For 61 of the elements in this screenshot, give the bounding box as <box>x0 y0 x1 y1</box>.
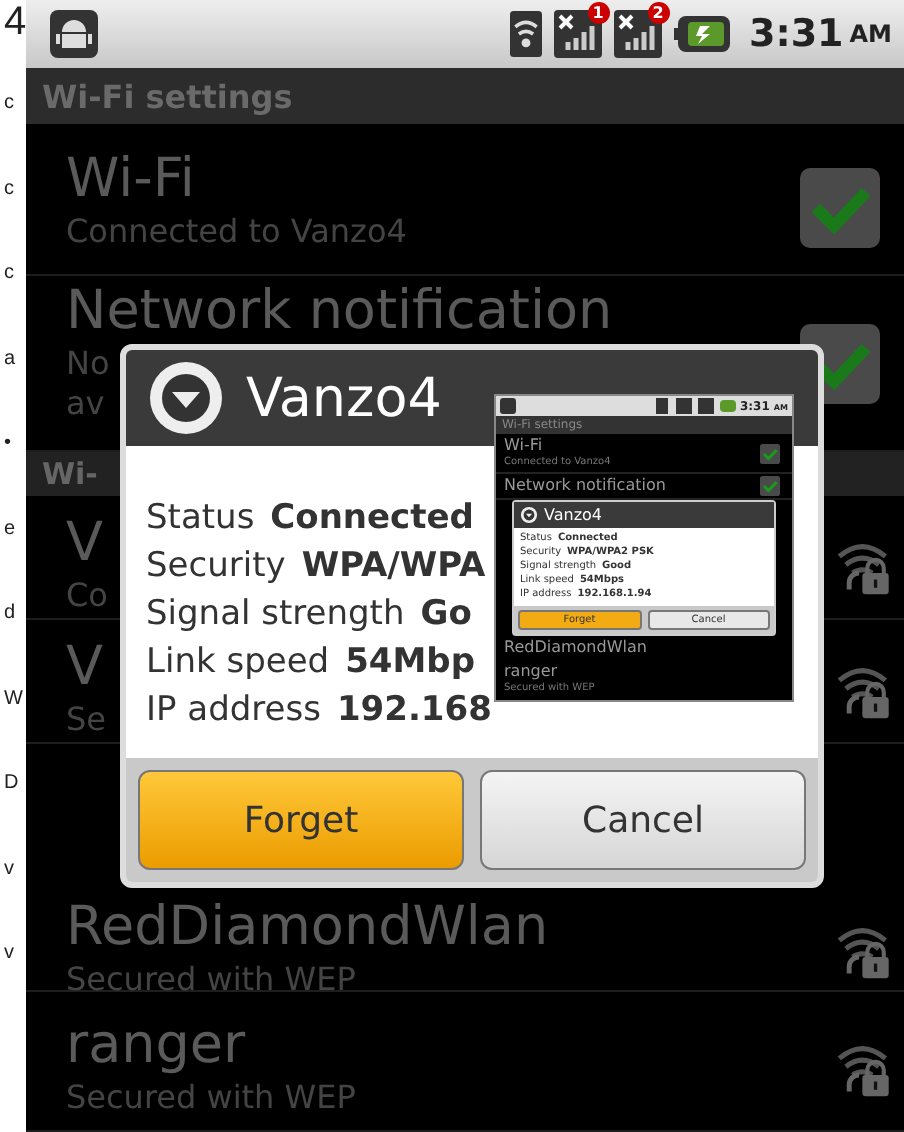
notification-badge: 1 <box>587 2 609 24</box>
secured-wifi-icon <box>836 539 892 595</box>
page-text-fragment: 4 <box>2 0 26 48</box>
network-name: RedDiamondWlan <box>66 896 549 960</box>
battery-icon <box>673 14 729 54</box>
network-security: Secured with WEP <box>66 1077 356 1117</box>
setting-summary: av <box>66 384 105 424</box>
dialog-title: Vanzo4 <box>246 367 442 429</box>
detail-value: 192.168 <box>336 688 492 734</box>
page-text-fragment: v <box>2 940 16 968</box>
no-signal-icon <box>613 10 661 58</box>
wifi-dropdown-icon <box>146 358 226 438</box>
clock-meridiem: AM <box>849 20 892 48</box>
wifi-icon <box>509 10 541 58</box>
page-text-fragment: • <box>2 430 14 458</box>
detail-value: WPA/WPA <box>301 544 486 590</box>
screen-title: Wi-Fi settings <box>42 77 293 115</box>
secured-wifi-icon <box>836 1041 892 1097</box>
page-text-fragment: c <box>2 90 16 118</box>
detail-value: 54Mbp <box>345 640 475 686</box>
setting-title: Wi-Fi <box>504 436 543 456</box>
network-name: ranger <box>66 1013 246 1077</box>
page-text-fragment: a <box>2 345 18 373</box>
checkbox[interactable] <box>800 168 880 248</box>
page-text-fragment: c <box>2 175 16 203</box>
network-security: Se <box>66 699 106 739</box>
detail-value: Go <box>420 592 472 638</box>
secured-wifi-icon <box>836 924 892 980</box>
detail-label: Status <box>146 496 255 542</box>
network-security: Secured with WEP <box>66 960 356 1000</box>
dialog-title: Vanzo4 <box>544 506 603 524</box>
setting-summary: Connected to Vanzo4 <box>66 212 407 252</box>
setting-title: Network notification <box>66 280 613 344</box>
page-text-fragment: D <box>2 770 21 798</box>
detail-label: Signal strength <box>146 592 405 638</box>
checkbox[interactable] <box>760 476 780 496</box>
page-text-fragment: W <box>2 685 25 713</box>
page-text-fragment: e <box>2 515 18 543</box>
network-name: V <box>66 635 103 699</box>
secured-wifi-icon <box>836 663 892 719</box>
clock-time: 3:31 <box>749 12 844 56</box>
section-header: Wi- <box>42 456 98 492</box>
network-security: Co <box>66 575 108 615</box>
setting-title: Network notification <box>504 476 666 496</box>
notification-badge: 2 <box>647 2 669 24</box>
page-text-fragment: d <box>2 600 18 628</box>
setting-summary: No <box>66 344 110 384</box>
dialog-button[interactable]: Cancel <box>480 770 806 870</box>
detail-label: IP address <box>146 688 321 734</box>
detail-value: Connected <box>270 496 474 542</box>
page-text-fragment: v <box>2 855 16 883</box>
page-text-fragment: c <box>2 260 16 288</box>
network-name: RedDiamondWlan <box>504 638 649 658</box>
checkbox[interactable] <box>760 443 780 463</box>
detail-label: Link speed <box>146 640 330 686</box>
no-signal-icon <box>553 10 601 58</box>
network-name: ranger <box>504 662 560 682</box>
detail-label: Security <box>146 544 286 590</box>
dialog-button[interactable]: Forget <box>138 770 464 870</box>
network-name: V <box>66 511 103 575</box>
setting-title: Wi-Fi <box>66 148 195 212</box>
